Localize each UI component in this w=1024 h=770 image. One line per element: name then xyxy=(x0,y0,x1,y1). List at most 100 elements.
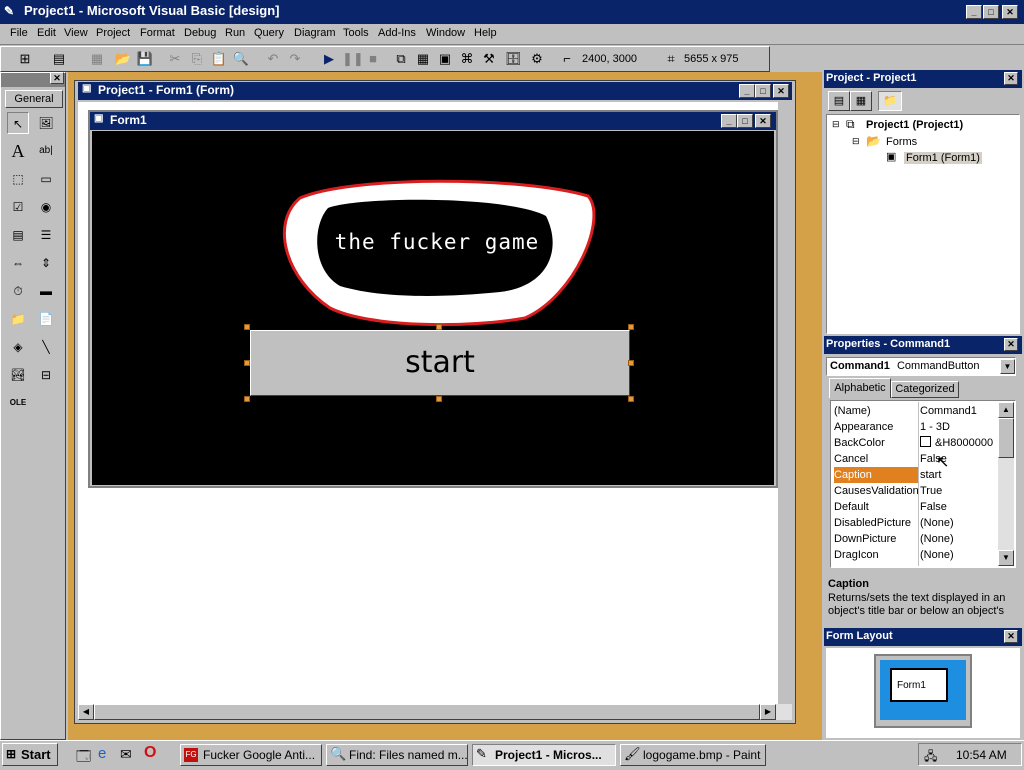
designer-close-button[interactable]: ✕ xyxy=(773,84,789,98)
project-root[interactable]: Project1 (Project1) xyxy=(866,119,963,131)
property-value[interactable]: (None) xyxy=(920,515,998,531)
taskbar-item[interactable]: Fucker Google Anti... xyxy=(180,744,322,766)
menu-run[interactable]: Run xyxy=(225,27,245,39)
property-value[interactable]: True xyxy=(920,483,998,499)
menu-file[interactable]: File xyxy=(10,27,28,39)
menu-window[interactable]: Window xyxy=(426,27,465,39)
stop-icon[interactable]: ■ xyxy=(364,50,382,68)
property-row[interactable]: Cancel False xyxy=(832,451,998,467)
start-button[interactable]: ⊞ Start xyxy=(2,743,58,766)
view-object-button[interactable]: ▦ xyxy=(850,91,872,111)
designer-maximize-button[interactable]: □ xyxy=(755,84,771,98)
copy-icon[interactable]: ⎘ xyxy=(188,50,206,68)
add-project-icon[interactable]: ⊞ xyxy=(16,50,34,68)
properties-close-button[interactable]: ✕ xyxy=(1004,338,1018,351)
selection-handle[interactable] xyxy=(436,324,442,330)
redo-icon[interactable]: ↷ xyxy=(286,50,304,68)
property-row[interactable]: Default False xyxy=(832,499,998,515)
tab-alphabetic[interactable]: Alphabetic xyxy=(829,378,891,398)
form1-close-button[interactable]: ✕ xyxy=(755,114,771,128)
menu-help[interactable]: Help xyxy=(474,27,497,39)
form1-tree-item[interactable]: Form1 (Form1) xyxy=(904,152,982,164)
property-value[interactable]: &H8000000 xyxy=(920,435,998,451)
minimize-button[interactable]: _ xyxy=(966,5,982,19)
toggle-folders-button[interactable]: 📁 xyxy=(878,91,902,111)
property-value[interactable]: Command1 xyxy=(920,403,998,419)
tab-categorized[interactable]: Categorized xyxy=(891,381,959,398)
menu-addins[interactable]: Add-Ins xyxy=(378,27,416,39)
pause-icon[interactable]: ❚❚ xyxy=(342,50,364,68)
view-code-button[interactable]: ▤ xyxy=(828,91,850,111)
property-row[interactable]: DisabledPicture (None) xyxy=(832,515,998,531)
tree-expander[interactable]: ⊟ xyxy=(832,119,840,130)
tray-icon[interactable]: 🖧 xyxy=(924,747,937,768)
combobox-tool[interactable]: ▤ xyxy=(7,224,29,246)
selection-handle[interactable] xyxy=(628,324,634,330)
property-row[interactable]: (Name) Command1 xyxy=(832,403,998,419)
selection-handle[interactable] xyxy=(628,396,634,402)
designer-minimize-button[interactable]: _ xyxy=(739,84,755,98)
property-row[interactable]: Appearance 1 - 3D xyxy=(832,419,998,435)
property-scroll-up[interactable]: ▲ xyxy=(998,402,1014,418)
textbox-tool[interactable]: ab| xyxy=(35,140,57,162)
ole-tool[interactable]: OLE xyxy=(7,392,29,414)
property-scroll-thumb[interactable] xyxy=(998,418,1014,458)
selection-handle[interactable] xyxy=(244,360,250,366)
line-tool[interactable]: ╲ xyxy=(35,336,57,358)
open-folder-icon[interactable]: 📂 xyxy=(114,50,132,68)
property-value[interactable]: (None) xyxy=(920,547,998,563)
selection-handle[interactable] xyxy=(628,360,634,366)
scroll-thumb[interactable] xyxy=(94,704,760,720)
drivelistbox-tool[interactable]: ▬ xyxy=(35,280,57,302)
save-icon[interactable]: 💾 xyxy=(136,50,154,68)
property-value[interactable]: False xyxy=(920,451,998,467)
toolbox-tab-general[interactable]: General xyxy=(5,90,63,108)
frame-tool[interactable]: ⬚ xyxy=(7,168,29,190)
object-browser-icon[interactable]: ⌘ xyxy=(458,50,476,68)
commandbutton-tool[interactable]: ▭ xyxy=(35,168,57,190)
menu-edit[interactable]: Edit xyxy=(37,27,56,39)
menu-diagram[interactable]: Diagram xyxy=(294,27,336,39)
property-row[interactable]: CausesValidation True xyxy=(832,483,998,499)
filelistbox-tool[interactable]: 📄 xyxy=(35,308,57,330)
scroll-right-button[interactable]: ▶ xyxy=(760,704,776,720)
property-row[interactable]: DragIcon (None) xyxy=(832,547,998,563)
maximize-button[interactable]: □ xyxy=(983,5,999,19)
menu-tools[interactable]: Tools xyxy=(343,27,369,39)
form1-maximize-button[interactable]: □ xyxy=(737,114,753,128)
object-selector[interactable]: Command1 CommandButton xyxy=(826,357,1016,376)
shape-tool[interactable]: ◈ xyxy=(7,336,29,358)
property-row[interactable]: BackColor &H8000000 xyxy=(832,435,998,451)
taskbar-item[interactable]: Find: Files named m... xyxy=(326,744,468,766)
component-manager-icon[interactable]: ⚙ xyxy=(528,50,546,68)
add-form-icon[interactable]: ▤ xyxy=(50,50,68,68)
menu-project[interactable]: Project xyxy=(96,27,130,39)
properties-window-icon[interactable]: ▦ xyxy=(414,50,432,68)
menu-view[interactable]: View xyxy=(64,27,88,39)
show-desktop-icon[interactable]: 🗔 xyxy=(76,746,91,770)
project-close-button[interactable]: ✕ xyxy=(1004,72,1018,85)
vscrollbar-tool[interactable]: ⇕ xyxy=(35,252,57,274)
property-row[interactable]: DownPicture (None) xyxy=(832,531,998,547)
form-layout-icon[interactable]: ▣ xyxy=(436,50,454,68)
run-icon[interactable]: ▶ xyxy=(320,50,338,68)
dirlistbox-tool[interactable]: 📁 xyxy=(7,308,29,330)
taskbar-item-active[interactable]: Project1 - Micros... xyxy=(472,744,616,766)
toolbox-close-button[interactable]: ✕ xyxy=(50,72,64,84)
layout-form-preview[interactable]: Form1 xyxy=(890,668,948,702)
outlook-icon[interactable]: ✉ xyxy=(120,746,132,763)
menu-format[interactable]: Format xyxy=(140,27,175,39)
object-dropdown-button[interactable]: ▼ xyxy=(1000,359,1015,374)
checkbox-tool[interactable]: ☑ xyxy=(7,196,29,218)
close-button[interactable]: ✕ xyxy=(1002,5,1018,19)
property-value[interactable]: start xyxy=(920,467,998,483)
property-value[interactable]: False xyxy=(920,499,998,515)
cut-icon[interactable]: ✂ xyxy=(166,50,184,68)
tree-expander[interactable]: ⊟ xyxy=(852,136,860,147)
ie-icon[interactable]: e xyxy=(98,745,106,762)
forms-folder[interactable]: Forms xyxy=(886,136,917,148)
data-tool[interactable]: ⊟ xyxy=(35,364,57,386)
form1-minimize-button[interactable]: _ xyxy=(721,114,737,128)
hscrollbar-tool[interactable]: ⇔ xyxy=(7,252,29,274)
label-tool[interactable]: A xyxy=(7,140,29,162)
